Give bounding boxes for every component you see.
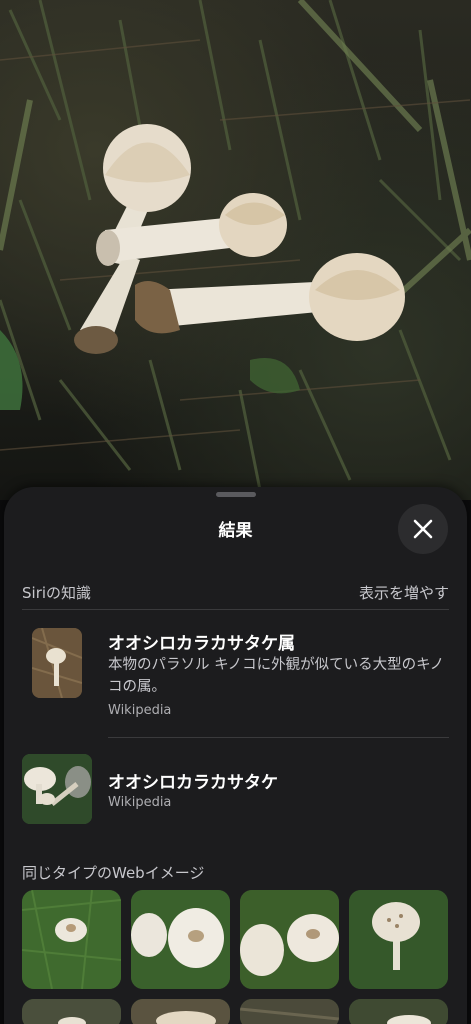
results-sheet: 結果 Siriの知識 表示を増やす オオシロカラカサタケ属 本物のパラソル キノ… [4, 487, 467, 1024]
result-source: Wikipedia [108, 795, 172, 810]
siri-knowledge-header: Siriの知識 表示を増やす [22, 580, 449, 604]
mushroom-photo [0, 0, 471, 491]
knowledge-result[interactable]: オオシロカラカサタケ Wikipedia [4, 737, 467, 837]
result-title: オオシロカラカサタケ [108, 773, 278, 793]
knowledge-result[interactable]: オオシロカラカサタケ属 本物のパラソル キノコに外観が似ている大型のキノコの属。… [4, 609, 467, 737]
siri-knowledge-label: Siriの知識 [22, 583, 92, 602]
web-image[interactable] [349, 890, 448, 989]
web-image[interactable] [131, 890, 230, 989]
web-image[interactable] [240, 999, 339, 1024]
result-description: 本物のパラソル キノコに外観が似ている大型のキノコの属。 [108, 657, 445, 695]
result-thumbnail [22, 754, 92, 824]
web-image[interactable] [349, 999, 448, 1024]
web-images-label: 同じタイプのWebイメージ [22, 864, 205, 882]
result-source: Wikipedia [108, 703, 172, 718]
result-thumbnail [32, 628, 82, 698]
result-title: オオシロカラカサタケ属 [108, 634, 295, 654]
visual-lookup-screen: 結果 Siriの知識 表示を増やす オオシロカラカサタケ属 本物のパラソル キノ… [0, 0, 471, 1024]
close-button[interactable] [398, 504, 448, 554]
sheet-grabber[interactable] [216, 492, 256, 497]
close-icon [413, 519, 433, 539]
web-image[interactable] [22, 890, 121, 989]
web-image[interactable] [22, 999, 121, 1024]
web-image[interactable] [240, 890, 339, 989]
web-image[interactable] [131, 999, 230, 1024]
photo-background [0, 0, 471, 500]
show-more-link[interactable]: 表示を増やす [359, 582, 449, 603]
